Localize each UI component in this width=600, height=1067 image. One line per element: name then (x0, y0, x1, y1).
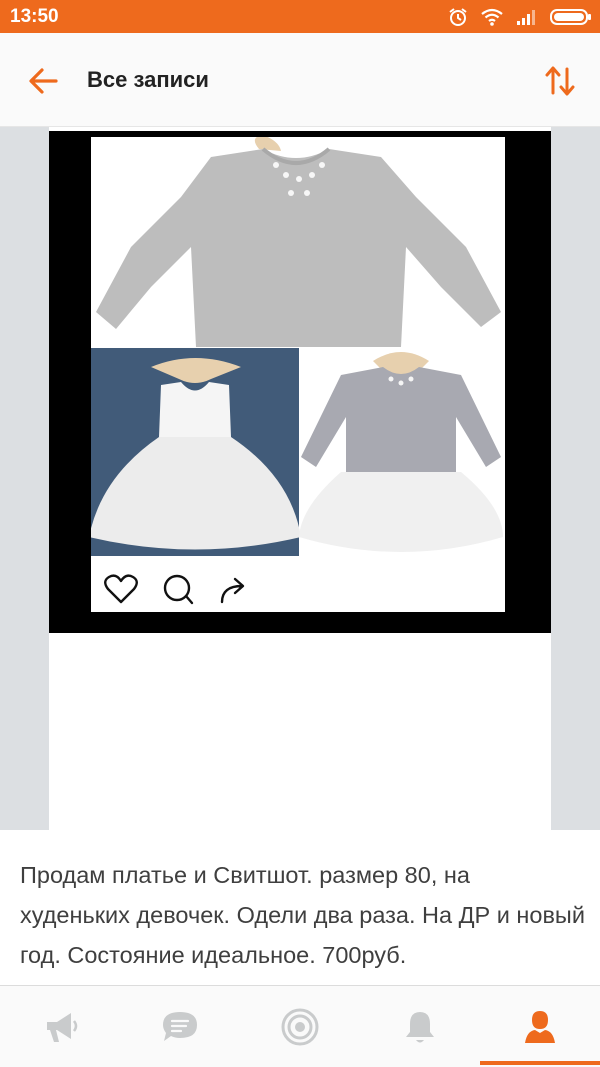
target-icon (281, 1008, 319, 1045)
bell-icon (406, 1011, 434, 1042)
status-icons (448, 6, 592, 28)
profile-icon (525, 1010, 555, 1043)
sort-icon[interactable] (542, 61, 578, 101)
comment-icon[interactable] (162, 573, 194, 605)
nav-item-discover[interactable] (240, 986, 360, 1067)
nav-item-profile[interactable] (480, 986, 600, 1067)
status-bar: 13:50 (0, 0, 600, 33)
nav-item-announcements[interactable] (0, 986, 120, 1067)
heart-icon[interactable] (104, 574, 138, 604)
status-time: 13:50 (10, 6, 59, 27)
back-arrow-icon[interactable] (22, 63, 62, 99)
battery-icon (550, 9, 591, 25)
chat-bubble-icon (163, 1011, 197, 1041)
alarm-icon (449, 8, 467, 26)
megaphone-icon (47, 1012, 78, 1042)
bottom-navigation (0, 985, 600, 1067)
post-image (91, 137, 505, 612)
post-actions (104, 572, 248, 606)
page-title: Все записи (87, 67, 209, 92)
product-collage (91, 137, 505, 556)
app-bar: Все записи (0, 33, 600, 127)
share-icon[interactable] (218, 574, 248, 604)
nav-item-notifications[interactable] (360, 986, 480, 1067)
post-description: Продам платье и Свитшот. размер 80, на х… (20, 862, 585, 968)
nav-item-messages[interactable] (120, 986, 240, 1067)
signal-icon (517, 10, 535, 25)
wifi-icon (481, 8, 503, 26)
